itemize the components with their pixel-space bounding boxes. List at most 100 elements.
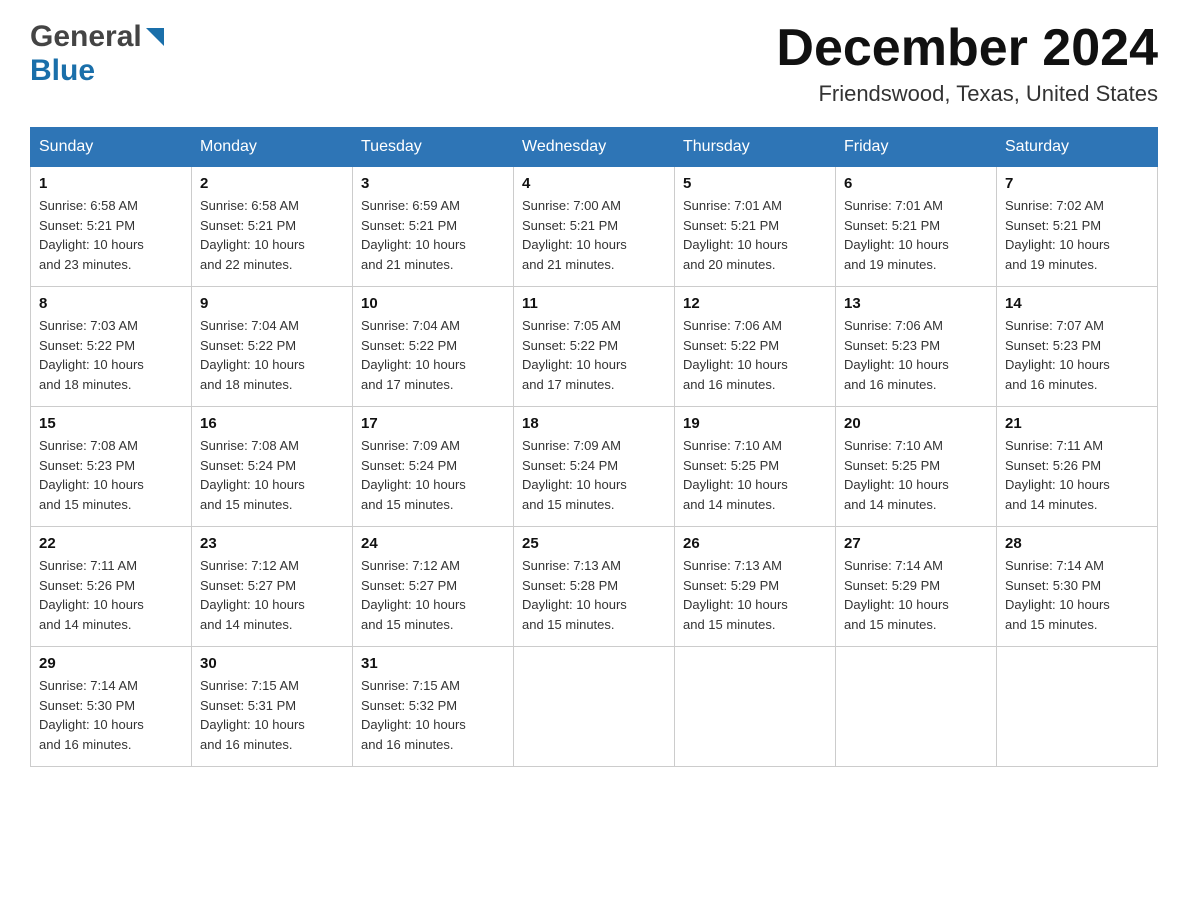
day-number: 17 (361, 415, 505, 432)
calendar-cell: 8 Sunrise: 7:03 AM Sunset: 5:22 PM Dayli… (31, 287, 192, 407)
day-info: Sunrise: 7:13 AM Sunset: 5:28 PM Dayligh… (522, 556, 666, 634)
calendar-cell: 15 Sunrise: 7:08 AM Sunset: 5:23 PM Dayl… (31, 407, 192, 527)
day-number: 18 (522, 415, 666, 432)
calendar-cell: 27 Sunrise: 7:14 AM Sunset: 5:29 PM Dayl… (836, 527, 997, 647)
day-info: Sunrise: 7:10 AM Sunset: 5:25 PM Dayligh… (844, 436, 988, 514)
calendar-week-row: 22 Sunrise: 7:11 AM Sunset: 5:26 PM Dayl… (31, 527, 1158, 647)
day-info: Sunrise: 7:08 AM Sunset: 5:24 PM Dayligh… (200, 436, 344, 514)
day-number: 7 (1005, 175, 1149, 192)
day-info: Sunrise: 7:02 AM Sunset: 5:21 PM Dayligh… (1005, 196, 1149, 274)
day-number: 31 (361, 655, 505, 672)
calendar-cell: 3 Sunrise: 6:59 AM Sunset: 5:21 PM Dayli… (353, 167, 514, 287)
day-number: 26 (683, 535, 827, 552)
logo-triangle-icon (146, 28, 164, 51)
calendar-cell: 2 Sunrise: 6:58 AM Sunset: 5:21 PM Dayli… (192, 167, 353, 287)
day-number: 16 (200, 415, 344, 432)
calendar-cell: 4 Sunrise: 7:00 AM Sunset: 5:21 PM Dayli… (514, 167, 675, 287)
calendar-cell (836, 647, 997, 767)
day-info: Sunrise: 7:01 AM Sunset: 5:21 PM Dayligh… (683, 196, 827, 274)
calendar-cell: 6 Sunrise: 7:01 AM Sunset: 5:21 PM Dayli… (836, 167, 997, 287)
day-number: 25 (522, 535, 666, 552)
day-info: Sunrise: 7:12 AM Sunset: 5:27 PM Dayligh… (361, 556, 505, 634)
header-friday: Friday (836, 128, 997, 167)
calendar-cell: 19 Sunrise: 7:10 AM Sunset: 5:25 PM Dayl… (675, 407, 836, 527)
logo: General Blue (30, 20, 164, 88)
day-info: Sunrise: 7:13 AM Sunset: 5:29 PM Dayligh… (683, 556, 827, 634)
day-info: Sunrise: 7:08 AM Sunset: 5:23 PM Dayligh… (39, 436, 183, 514)
day-info: Sunrise: 7:03 AM Sunset: 5:22 PM Dayligh… (39, 316, 183, 394)
day-info: Sunrise: 7:14 AM Sunset: 5:29 PM Dayligh… (844, 556, 988, 634)
logo-blue-text: Blue (30, 54, 95, 87)
calendar-cell (514, 647, 675, 767)
calendar-cell: 23 Sunrise: 7:12 AM Sunset: 5:27 PM Dayl… (192, 527, 353, 647)
calendar-cell (997, 647, 1158, 767)
day-number: 1 (39, 175, 183, 192)
calendar-table: Sunday Monday Tuesday Wednesday Thursday… (30, 127, 1158, 767)
calendar-cell: 7 Sunrise: 7:02 AM Sunset: 5:21 PM Dayli… (997, 167, 1158, 287)
day-info: Sunrise: 7:01 AM Sunset: 5:21 PM Dayligh… (844, 196, 988, 274)
calendar-cell: 16 Sunrise: 7:08 AM Sunset: 5:24 PM Dayl… (192, 407, 353, 527)
day-info: Sunrise: 6:58 AM Sunset: 5:21 PM Dayligh… (39, 196, 183, 274)
calendar-cell: 21 Sunrise: 7:11 AM Sunset: 5:26 PM Dayl… (997, 407, 1158, 527)
day-info: Sunrise: 7:14 AM Sunset: 5:30 PM Dayligh… (39, 676, 183, 754)
calendar-week-row: 8 Sunrise: 7:03 AM Sunset: 5:22 PM Dayli… (31, 287, 1158, 407)
day-number: 30 (200, 655, 344, 672)
header-monday: Monday (192, 128, 353, 167)
day-info: Sunrise: 7:11 AM Sunset: 5:26 PM Dayligh… (1005, 436, 1149, 514)
day-info: Sunrise: 6:59 AM Sunset: 5:21 PM Dayligh… (361, 196, 505, 274)
day-number: 3 (361, 175, 505, 192)
calendar-cell: 20 Sunrise: 7:10 AM Sunset: 5:25 PM Dayl… (836, 407, 997, 527)
month-year-title: December 2024 (776, 20, 1158, 77)
day-info: Sunrise: 7:09 AM Sunset: 5:24 PM Dayligh… (361, 436, 505, 514)
calendar-cell: 24 Sunrise: 7:12 AM Sunset: 5:27 PM Dayl… (353, 527, 514, 647)
day-number: 11 (522, 295, 666, 312)
day-number: 15 (39, 415, 183, 432)
calendar-week-row: 15 Sunrise: 7:08 AM Sunset: 5:23 PM Dayl… (31, 407, 1158, 527)
calendar-cell: 18 Sunrise: 7:09 AM Sunset: 5:24 PM Dayl… (514, 407, 675, 527)
calendar-cell: 31 Sunrise: 7:15 AM Sunset: 5:32 PM Dayl… (353, 647, 514, 767)
day-info: Sunrise: 7:04 AM Sunset: 5:22 PM Dayligh… (200, 316, 344, 394)
day-number: 4 (522, 175, 666, 192)
calendar-cell: 25 Sunrise: 7:13 AM Sunset: 5:28 PM Dayl… (514, 527, 675, 647)
calendar-cell: 29 Sunrise: 7:14 AM Sunset: 5:30 PM Dayl… (31, 647, 192, 767)
day-number: 12 (683, 295, 827, 312)
day-number: 2 (200, 175, 344, 192)
day-info: Sunrise: 7:15 AM Sunset: 5:31 PM Dayligh… (200, 676, 344, 754)
calendar-week-row: 1 Sunrise: 6:58 AM Sunset: 5:21 PM Dayli… (31, 167, 1158, 287)
header-thursday: Thursday (675, 128, 836, 167)
calendar-cell: 26 Sunrise: 7:13 AM Sunset: 5:29 PM Dayl… (675, 527, 836, 647)
day-info: Sunrise: 7:07 AM Sunset: 5:23 PM Dayligh… (1005, 316, 1149, 394)
calendar-cell: 14 Sunrise: 7:07 AM Sunset: 5:23 PM Dayl… (997, 287, 1158, 407)
day-number: 21 (1005, 415, 1149, 432)
calendar-cell (675, 647, 836, 767)
day-number: 22 (39, 535, 183, 552)
logo-general-text: General (30, 20, 142, 54)
calendar-cell: 13 Sunrise: 7:06 AM Sunset: 5:23 PM Dayl… (836, 287, 997, 407)
day-info: Sunrise: 7:15 AM Sunset: 5:32 PM Dayligh… (361, 676, 505, 754)
day-number: 23 (200, 535, 344, 552)
day-number: 5 (683, 175, 827, 192)
day-info: Sunrise: 7:06 AM Sunset: 5:23 PM Dayligh… (844, 316, 988, 394)
header-tuesday: Tuesday (353, 128, 514, 167)
day-info: Sunrise: 7:04 AM Sunset: 5:22 PM Dayligh… (361, 316, 505, 394)
day-number: 8 (39, 295, 183, 312)
calendar-cell: 30 Sunrise: 7:15 AM Sunset: 5:31 PM Dayl… (192, 647, 353, 767)
calendar-cell: 22 Sunrise: 7:11 AM Sunset: 5:26 PM Dayl… (31, 527, 192, 647)
header-sunday: Sunday (31, 128, 192, 167)
day-info: Sunrise: 7:09 AM Sunset: 5:24 PM Dayligh… (522, 436, 666, 514)
day-number: 14 (1005, 295, 1149, 312)
day-number: 29 (39, 655, 183, 672)
day-number: 10 (361, 295, 505, 312)
day-info: Sunrise: 7:10 AM Sunset: 5:25 PM Dayligh… (683, 436, 827, 514)
day-number: 19 (683, 415, 827, 432)
day-info: Sunrise: 7:06 AM Sunset: 5:22 PM Dayligh… (683, 316, 827, 394)
day-info: Sunrise: 6:58 AM Sunset: 5:21 PM Dayligh… (200, 196, 344, 274)
calendar-cell: 12 Sunrise: 7:06 AM Sunset: 5:22 PM Dayl… (675, 287, 836, 407)
calendar-cell: 5 Sunrise: 7:01 AM Sunset: 5:21 PM Dayli… (675, 167, 836, 287)
day-info: Sunrise: 7:14 AM Sunset: 5:30 PM Dayligh… (1005, 556, 1149, 634)
calendar-cell: 9 Sunrise: 7:04 AM Sunset: 5:22 PM Dayli… (192, 287, 353, 407)
day-info: Sunrise: 7:05 AM Sunset: 5:22 PM Dayligh… (522, 316, 666, 394)
day-number: 28 (1005, 535, 1149, 552)
calendar-week-row: 29 Sunrise: 7:14 AM Sunset: 5:30 PM Dayl… (31, 647, 1158, 767)
page-header: General Blue December 2024 Friendswood, … (30, 20, 1158, 107)
